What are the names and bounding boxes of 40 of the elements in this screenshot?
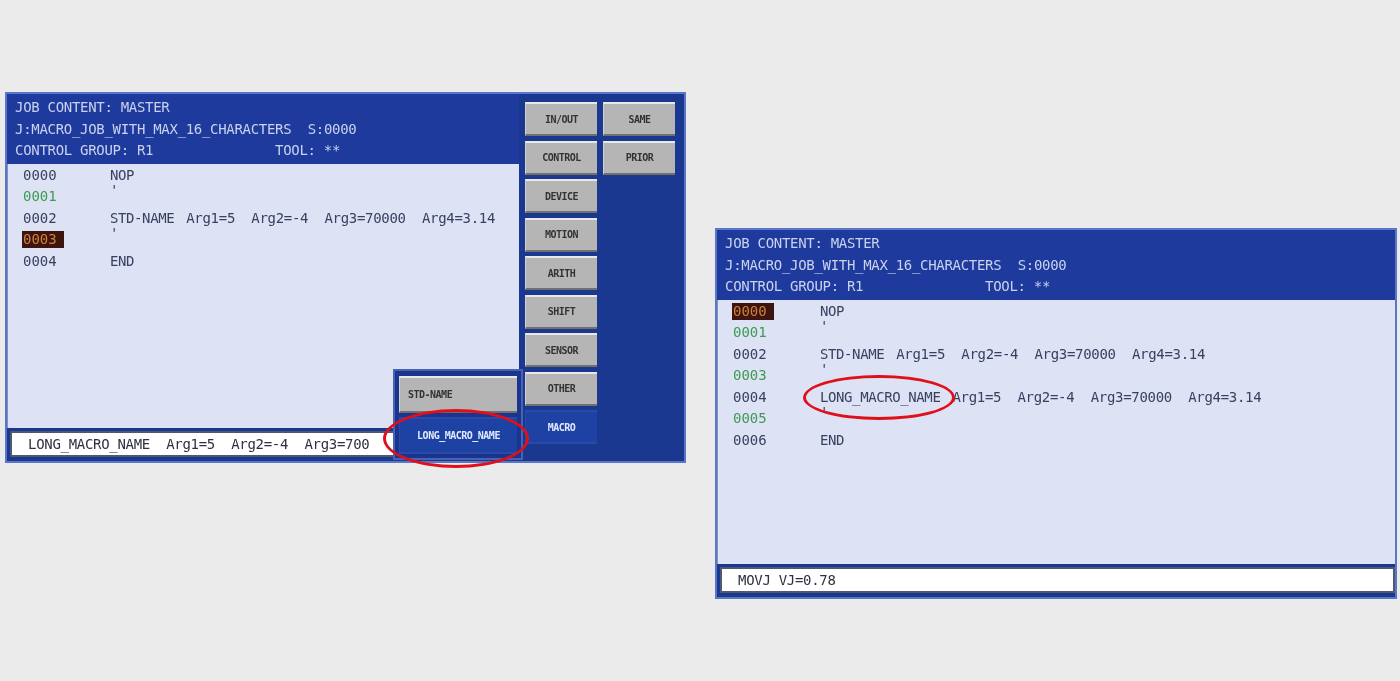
menu-button[interactable]: DEVICE	[525, 179, 597, 213]
line-number: 0002	[22, 209, 58, 227]
menu-button[interactable]: PRIOR	[603, 140, 675, 175]
menu-button[interactable]: MOTION	[525, 217, 597, 252]
instruction-arguments: Arg1=5 Arg2=-4 Arg3=70000 Arg4=3.14	[896, 344, 1206, 364]
step-number: S:0000	[307, 119, 357, 139]
comment-mark: '	[820, 404, 829, 422]
line-number: 0004	[22, 252, 58, 270]
menu-button[interactable]: IN/OUT	[525, 102, 597, 136]
line-number: 0000	[22, 166, 58, 184]
menu-button[interactable]: ARITH	[525, 256, 597, 290]
line-number: 0006	[732, 431, 768, 449]
menu-button[interactable]: CONTROL	[525, 140, 597, 175]
line-number: 0002	[732, 345, 768, 363]
line-number: 0003	[732, 367, 768, 385]
instruction-name: END	[110, 251, 135, 271]
menu-button[interactable]: SHIFT	[525, 294, 597, 329]
line-number: 0000	[732, 302, 774, 320]
job-name: J:MACRO_JOB_WITH_MAX_16_CHARACTERS	[15, 119, 292, 140]
menu-button[interactable]: SENSOR	[525, 333, 597, 367]
step-number: S:0000	[1017, 255, 1067, 275]
line-number: 0001	[732, 324, 768, 342]
tool-number: TOOL: **	[275, 141, 341, 160]
control-group: CONTROL GROUP: R1	[15, 140, 275, 162]
job-content-title: JOB CONTENT: MASTER	[15, 98, 170, 117]
control-group: CONTROL GROUP: R1	[725, 276, 985, 298]
menu-button[interactable]: SAME	[603, 102, 675, 136]
tool-number: TOOL: **	[985, 277, 1051, 296]
line-number: 0001	[22, 188, 58, 206]
instruction-arguments: Arg1=5 Arg2=-4 Arg3=70000 Arg4=3.14	[186, 208, 496, 228]
submenu-button[interactable]: STD-NAME	[399, 376, 517, 413]
menu-button[interactable]: MACRO	[525, 410, 597, 444]
job-content-title: JOB CONTENT: MASTER	[725, 234, 880, 253]
menu-button[interactable]: OTHER	[525, 371, 597, 406]
submenu-button[interactable]: LONG_MACRO_NAME	[399, 417, 517, 454]
instruction-name: END	[820, 430, 845, 450]
line-number: 0004	[732, 388, 768, 406]
line-number: 0003	[22, 231, 64, 249]
line-number: 0005	[732, 410, 768, 428]
job-name: J:MACRO_JOB_WITH_MAX_16_CHARACTERS	[725, 255, 1002, 276]
